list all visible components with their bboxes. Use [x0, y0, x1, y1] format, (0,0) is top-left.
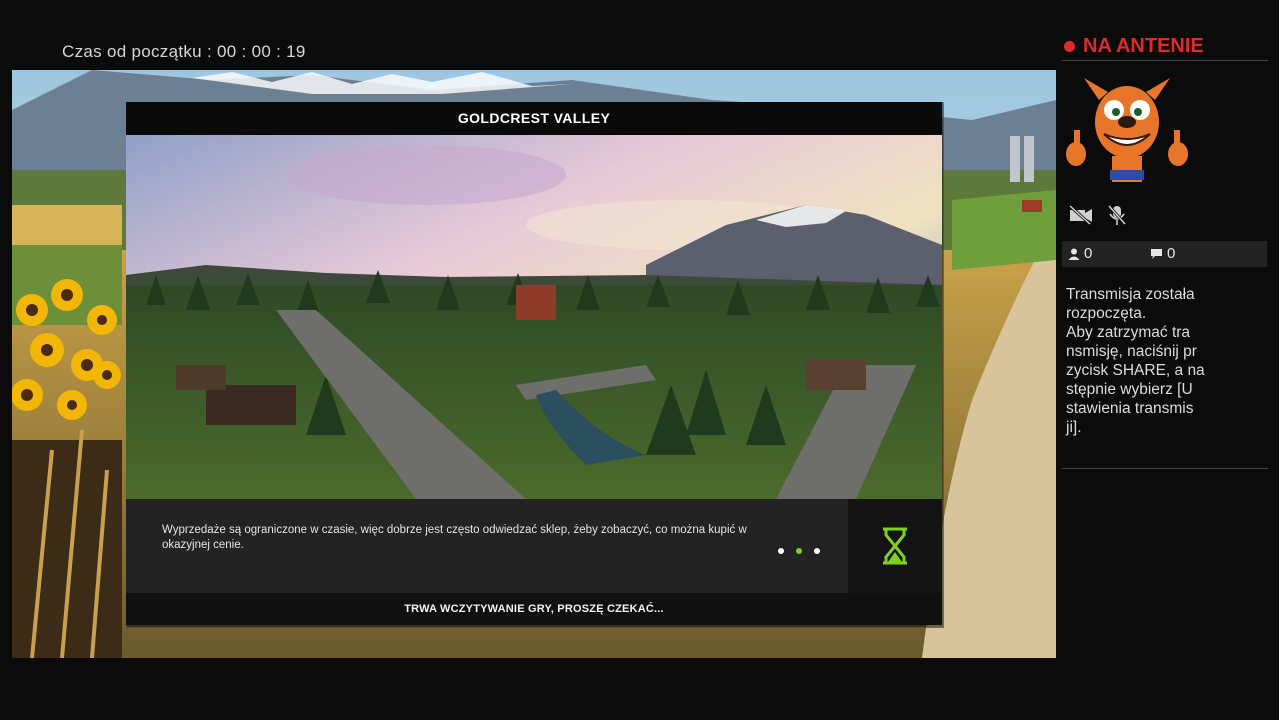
live-dot-icon — [1064, 41, 1075, 52]
camera-off-icon — [1068, 204, 1092, 226]
divider — [1062, 468, 1268, 469]
message-line: stawienia transmis — [1066, 400, 1194, 417]
tip-panel: Wyprzedaże są ograniczone w czasie, więc… — [126, 499, 848, 593]
person-icon — [1068, 248, 1080, 260]
message-line: ji]. — [1066, 419, 1082, 436]
stream-sidebar: NA ANTENIE 0 0 Transmisja została rozpoc… — [1062, 30, 1268, 470]
progress-dot — [778, 548, 784, 554]
viewer-count: 0 — [1068, 245, 1092, 262]
viewer-count-value: 0 — [1084, 245, 1093, 262]
live-indicator: NA ANTENIE — [1062, 32, 1268, 61]
comment-icon — [1151, 248, 1162, 259]
mic-off-icon — [1107, 205, 1127, 225]
hourglass-icon — [883, 527, 907, 565]
loading-status: TRWA WCZYTYWANIE GRY, PROSZĘ CZEKAĆ... — [126, 593, 942, 625]
live-label: NA ANTENIE — [1083, 35, 1204, 57]
progress-dot-active — [796, 548, 802, 554]
stream-controls — [1066, 204, 1146, 228]
progress-dot — [814, 548, 820, 554]
stream-message: Transmisja została rozpoczęta. Aby zatrz… — [1066, 285, 1226, 437]
message-line: stępnie wybierz [U — [1066, 381, 1193, 398]
stream-elapsed-time: Czas od początku : 00 : 00 : 19 — [62, 42, 306, 62]
message-line: zycisk SHARE, a na — [1066, 362, 1205, 379]
elapsed-label: Czas od początku : — [62, 42, 212, 61]
stream-stats: 0 0 — [1062, 241, 1267, 267]
message-line: rozpoczęta. — [1066, 305, 1147, 322]
map-preview-image — [126, 135, 942, 499]
elapsed-value: 00 : 00 : 19 — [217, 42, 306, 61]
tip-text: Wyprzedaże są ograniczone w czasie, więc… — [162, 524, 747, 551]
message-line: Transmisja została — [1066, 286, 1195, 303]
avatar — [1064, 70, 1190, 196]
map-title: GOLDCREST VALLEY — [126, 102, 942, 135]
message-line: nsmisję, naciśnij pr — [1066, 343, 1197, 360]
game-screen: GOLDCREST VALLEY Wyprzedaże są ograniczo… — [12, 70, 1056, 658]
progress-dots — [778, 541, 832, 559]
loading-dialog: GOLDCREST VALLEY Wyprzedaże są ograniczo… — [126, 102, 942, 625]
message-line: Aby zatrzymać tra — [1066, 324, 1191, 341]
comment-count: 0 — [1150, 245, 1175, 262]
hourglass-panel — [848, 499, 942, 593]
comment-count-value: 0 — [1167, 245, 1176, 262]
